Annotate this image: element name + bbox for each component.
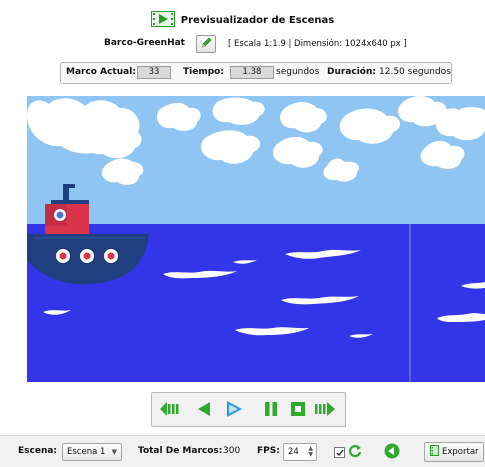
scene-dropdown-value: Escena 1 bbox=[67, 447, 106, 457]
film-icon bbox=[430, 445, 439, 459]
step-back-icon[interactable] bbox=[198, 402, 212, 419]
pause-icon[interactable] bbox=[264, 401, 278, 420]
scale-info: [ Escala 1:1.9 | Dimensión: 1024x640 px … bbox=[228, 39, 407, 49]
frame-value: 33 bbox=[137, 66, 171, 79]
bottom-bar: Escena: Escena 1 ▼ Total De Marcos: 300 … bbox=[0, 435, 485, 467]
stop-icon[interactable] bbox=[290, 401, 306, 420]
fps-value: 24 bbox=[288, 447, 299, 457]
loop-checkbox[interactable] bbox=[334, 447, 345, 458]
title-row: Previsualizador de Escenas bbox=[0, 10, 485, 30]
chevron-down-icon: ▼ bbox=[111, 448, 117, 456]
window-title: Previsualizador de Escenas bbox=[180, 14, 335, 26]
play-icon[interactable] bbox=[225, 400, 243, 421]
edit-name-button[interactable] bbox=[196, 35, 216, 53]
export-button[interactable]: Exportar bbox=[424, 442, 484, 462]
frame-label: Marco Actual: bbox=[66, 67, 136, 77]
total-frames-label: Total De Marcos: bbox=[138, 446, 223, 456]
time-label: Tiempo: bbox=[183, 67, 224, 77]
total-frames-value: 300 bbox=[223, 446, 241, 456]
export-label: Exportar bbox=[442, 447, 479, 457]
frame-info-bar: Marco Actual: 33 Tiempo: 1.38 segundos D… bbox=[60, 62, 452, 84]
stepper-arrows-icon[interactable]: ▲ ▼ bbox=[308, 446, 313, 458]
duration-value: 12.50 segundos bbox=[379, 67, 451, 77]
rewind-circle-icon[interactable] bbox=[384, 443, 400, 462]
pencil-icon bbox=[201, 37, 212, 51]
asset-name-row: Barco-GreenHat bbox=[104, 38, 185, 48]
scene-label: Escena: bbox=[18, 446, 58, 456]
asset-name: Barco-GreenHat bbox=[104, 38, 185, 48]
playback-controls bbox=[151, 392, 346, 427]
loop-icon[interactable] bbox=[348, 444, 362, 461]
fps-label: FPS: bbox=[257, 446, 280, 456]
fps-stepper[interactable]: 24 ▲ ▼ bbox=[283, 443, 317, 461]
last-frame-icon[interactable] bbox=[315, 402, 337, 419]
scene-preview bbox=[27, 96, 485, 382]
time-unit: segundos bbox=[276, 67, 320, 77]
film-play-icon bbox=[150, 10, 175, 30]
time-value: 1.38 bbox=[230, 66, 274, 79]
first-frame-icon[interactable] bbox=[160, 402, 180, 419]
scene-dropdown[interactable]: Escena 1 ▼ bbox=[62, 443, 122, 461]
duration-label: Duración: bbox=[327, 67, 376, 77]
